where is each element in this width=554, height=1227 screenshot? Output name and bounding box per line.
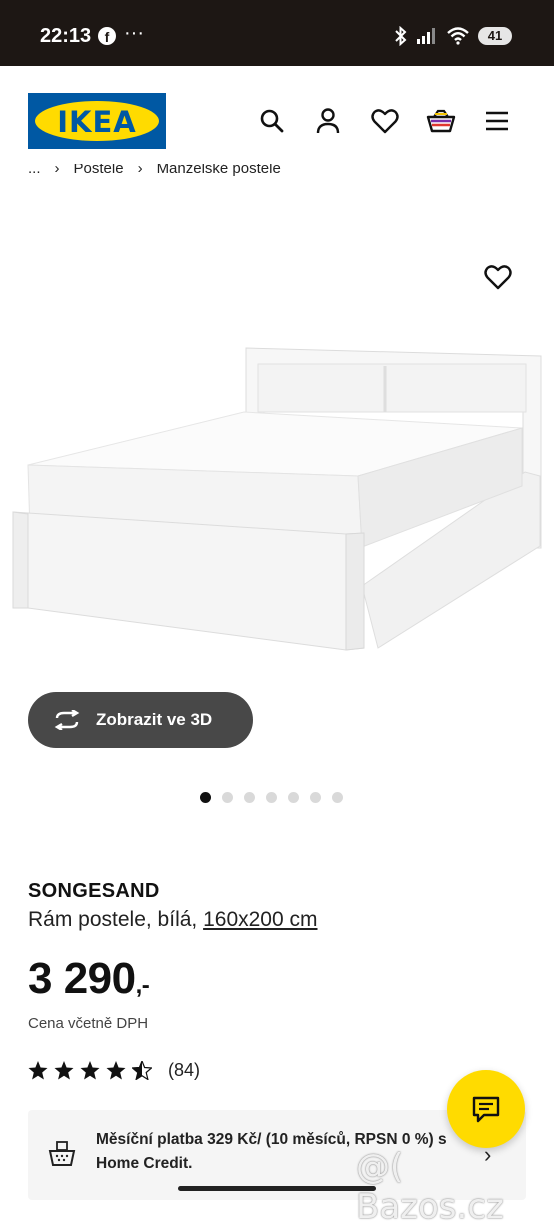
- more-notifications-icon: ···: [124, 22, 144, 44]
- breadcrumb-ellipsis[interactable]: ...: [28, 164, 41, 177]
- carousel-dot[interactable]: [222, 792, 233, 803]
- signal-icon: [417, 28, 435, 44]
- chat-button[interactable]: [447, 1070, 525, 1148]
- wifi-icon: [447, 27, 469, 45]
- wishlist-icon[interactable]: [370, 106, 400, 136]
- review-count: (84): [168, 1060, 201, 1080]
- breadcrumb-separator: ›: [54, 164, 60, 177]
- breadcrumb-separator: ›: [137, 164, 143, 177]
- status-bar: 22:13 f ··· 41: [0, 0, 554, 66]
- price-note: Cena včetně DPH: [28, 1015, 149, 1032]
- carousel-dots: [200, 792, 343, 803]
- site-header: IKEA: [0, 66, 554, 178]
- account-icon[interactable]: [313, 106, 343, 136]
- product-type: Rám postele, bílá,: [28, 908, 204, 931]
- home-indicator[interactable]: [178, 1186, 376, 1191]
- ikea-logo[interactable]: IKEA: [28, 93, 166, 149]
- menu-icon[interactable]: [482, 106, 512, 136]
- facebook-icon: f: [98, 27, 116, 45]
- logo-text: IKEA: [57, 105, 137, 139]
- carousel-dot[interactable]: [288, 792, 299, 803]
- product-price: 3 290,-: [28, 954, 150, 1004]
- chat-icon: [472, 1096, 500, 1123]
- carousel-dot[interactable]: [332, 792, 343, 803]
- add-to-wishlist-icon[interactable]: [484, 264, 512, 292]
- view-3d-label: Zobrazit ve 3D: [96, 710, 213, 729]
- search-icon[interactable]: [257, 106, 287, 136]
- watermark: @( Bazos.cz: [356, 1147, 504, 1227]
- half-star-icon: [132, 1061, 152, 1080]
- product-description: Rám postele, bílá, 160x200 cm: [28, 908, 318, 932]
- product-name: SONGESAND: [28, 880, 160, 902]
- view-3d-button[interactable]: Zobrazit ve 3D: [28, 692, 253, 748]
- status-time: 22:13: [40, 25, 92, 47]
- carousel-dot[interactable]: [310, 792, 321, 803]
- star-icon: [106, 1061, 126, 1080]
- rating-stars: [28, 1061, 152, 1080]
- carousel-dot[interactable]: [244, 792, 255, 803]
- price-value: 3 290: [28, 954, 136, 1003]
- bed-illustration: [12, 347, 542, 651]
- rotate-3d-icon: [54, 710, 80, 730]
- bluetooth-icon: [395, 26, 407, 46]
- carousel-dot-active[interactable]: [200, 792, 211, 803]
- battery-icon: 41: [478, 27, 512, 45]
- star-icon: [80, 1061, 100, 1080]
- product-rating[interactable]: (84): [28, 1060, 200, 1081]
- status-indicators: 41: [394, 24, 512, 48]
- product-size-link[interactable]: 160x200 cm: [203, 908, 317, 931]
- star-icon: [28, 1061, 48, 1080]
- breadcrumb: ... › Postele › Manželské postele: [28, 164, 281, 188]
- star-icon: [54, 1061, 74, 1080]
- basket-payment-icon: [48, 1141, 76, 1166]
- breadcrumb-manzelske-postele[interactable]: Manželské postele: [157, 164, 281, 177]
- price-suffix: ,-: [135, 972, 150, 999]
- cart-icon[interactable]: [426, 106, 456, 136]
- carousel-dot[interactable]: [266, 792, 277, 803]
- breadcrumb-postele[interactable]: Postele: [74, 164, 124, 177]
